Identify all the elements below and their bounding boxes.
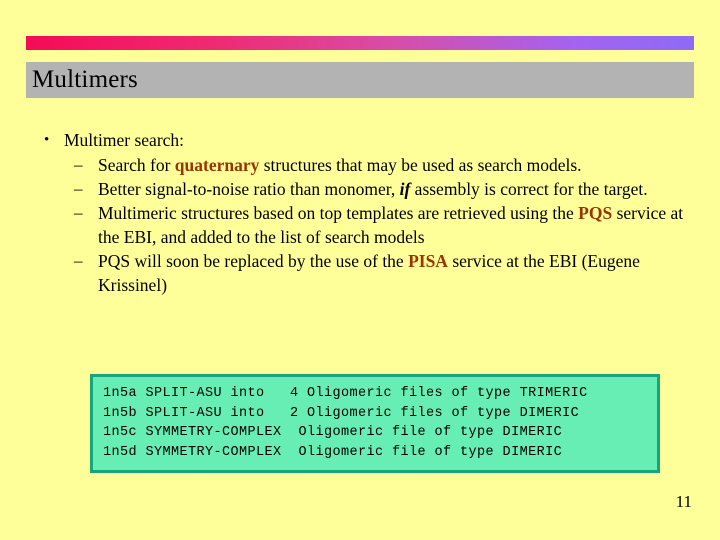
sub-bullet-2-label: Better signal-to-noise ratio than monome… bbox=[98, 177, 648, 201]
bullet-top-label: Multimer search: bbox=[64, 130, 185, 150]
page-number: 11 bbox=[675, 492, 692, 511]
sub-bullet-4-highlight: PISA bbox=[408, 251, 448, 271]
sub-bullet-1: – Search for quaternary structures that … bbox=[74, 153, 702, 177]
console-output-line: 1n5b SPLIT-ASU into 2 Oligomeric files o… bbox=[103, 405, 580, 421]
sub-bullet-2-emphasis: if bbox=[399, 179, 411, 199]
sub-bullet-2: – Better signal-to-noise ratio than mono… bbox=[74, 177, 702, 201]
sub-bullet-3: – Multimeric structures based on top tem… bbox=[74, 201, 702, 249]
sub-bullet-1-part-a: Search for bbox=[98, 155, 175, 175]
sub-bullet-3-highlight: PQS bbox=[578, 203, 613, 223]
sub-bullet-1-part-b: structures that may be used as search mo… bbox=[259, 155, 582, 175]
dash-marker-icon: – bbox=[74, 203, 83, 222]
slide-content: • Multimer search: – Search for quaterna… bbox=[30, 128, 702, 297]
console-output-line: 1n5c SYMMETRY-COMPLEX Oligomeric file of… bbox=[103, 425, 563, 440]
page-title: Multimers bbox=[32, 66, 138, 93]
sub-bullet-1-highlight: quaternary bbox=[174, 155, 260, 175]
console-output-line: 1n5a SPLIT-ASU into 4 Oligomeric files o… bbox=[103, 386, 588, 401]
dash-marker-icon: – bbox=[74, 251, 83, 270]
sub-bullet-2-part-a: Better signal-to-noise ratio than monome… bbox=[98, 179, 400, 199]
sub-bullet-3-label: Multimeric structures based on top templ… bbox=[98, 201, 698, 249]
accent-gradient-bar bbox=[26, 36, 694, 50]
dash-marker-icon: – bbox=[74, 155, 83, 174]
sub-bullet-4-label: PQS will soon be replaced by the use of … bbox=[98, 249, 698, 297]
sub-bullet-4: – PQS will soon be replaced by the use o… bbox=[74, 249, 702, 297]
dash-marker-icon: – bbox=[74, 179, 83, 198]
bullet-top: • Multimer search: bbox=[38, 128, 702, 152]
sub-bullet-2-part-b: assembly is correct for the target. bbox=[410, 179, 648, 199]
console-output-box: 1n5a SPLIT-ASU into 4 Oligomeric files o… bbox=[90, 374, 660, 473]
sub-bullet-3-part-a: Multimeric structures based on top templ… bbox=[98, 203, 579, 223]
sub-bullet-1-label: Search for quaternary structures that ma… bbox=[98, 153, 582, 177]
bullet-marker-icon: • bbox=[44, 132, 50, 148]
sub-bullet-4-part-a: PQS will soon be replaced by the use of … bbox=[98, 251, 409, 271]
console-output-line: 1n5d SYMMETRY-COMPLEX Oligomeric file of… bbox=[103, 444, 563, 460]
